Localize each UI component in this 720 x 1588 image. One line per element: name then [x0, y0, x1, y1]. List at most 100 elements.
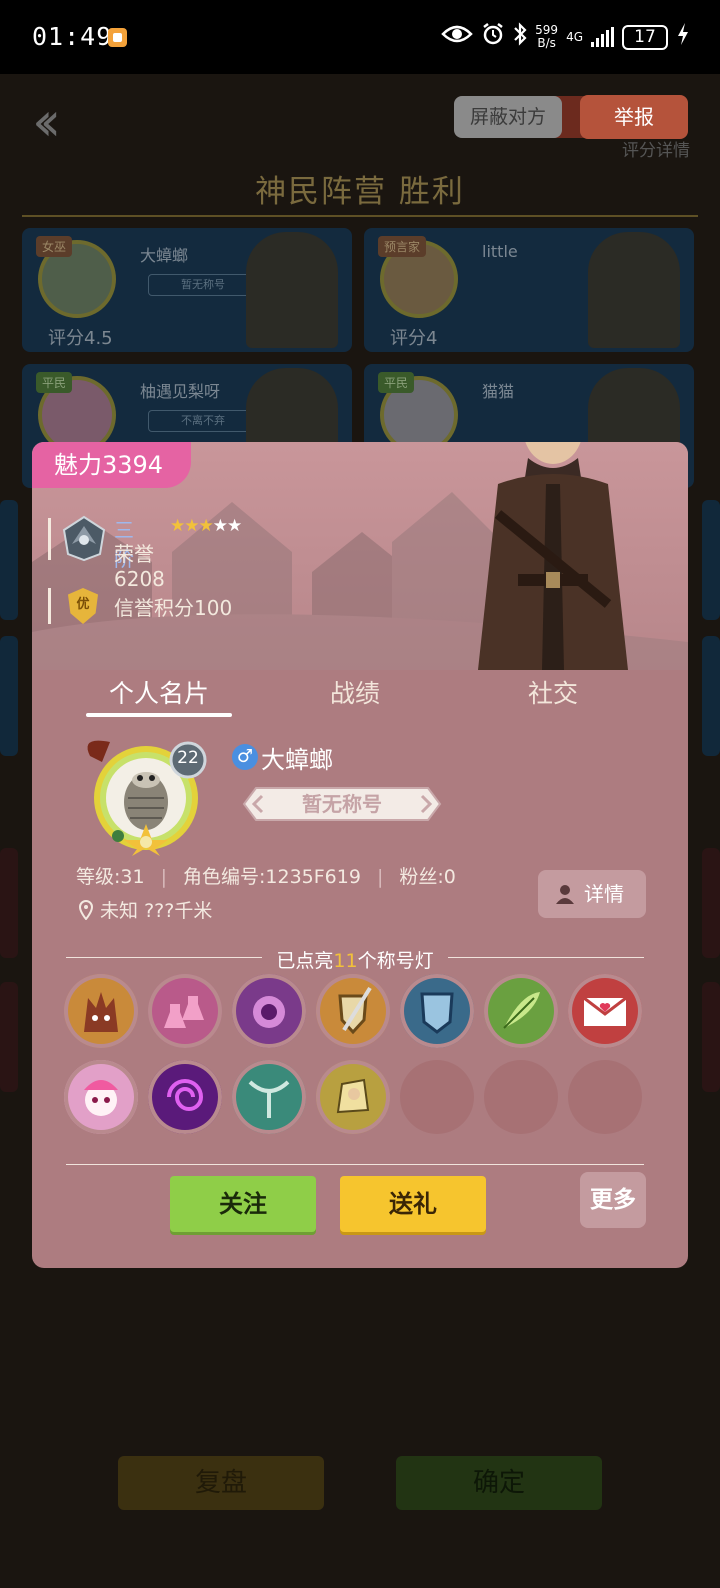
title-lamps-count: 已点亮11个称号灯: [66, 946, 644, 973]
player-card[interactable]: 女巫 大蟑螂 暂无称号 评分4.5: [22, 228, 352, 352]
star-icon: ★: [227, 516, 242, 536]
tab-profile-card[interactable]: 个人名片: [84, 674, 234, 710]
lamps-count: 11: [333, 950, 358, 972]
role-portrait: [246, 232, 338, 348]
rank-emblem-icon: [62, 515, 106, 562]
player-score: 评分4.5: [48, 328, 113, 349]
player-role: 平民: [36, 372, 73, 393]
divider: [66, 1164, 644, 1165]
player-card-edge: [702, 848, 720, 958]
shield-sword-badge-icon[interactable]: [316, 974, 390, 1048]
level-badge: 22: [177, 748, 199, 768]
love-letter-badge-icon[interactable]: [568, 974, 642, 1048]
herb-badge-icon[interactable]: [484, 974, 558, 1048]
score-detail-link[interactable]: 评分详情: [622, 136, 690, 161]
honor-score: 荣誉6208: [114, 538, 165, 591]
active-tab-indicator: [86, 713, 232, 717]
battery-icon: 17: [622, 24, 668, 50]
pink-girl-badge-icon[interactable]: [64, 1060, 138, 1134]
player-role: 预言家: [378, 236, 427, 257]
character-portrait: [478, 442, 628, 670]
crossbow-badge-icon[interactable]: [232, 1060, 306, 1134]
player-id: 角色编号:1235F619: [183, 866, 361, 888]
notification-app-icon: [108, 28, 127, 47]
status-time: 01:49: [32, 22, 113, 51]
guard-badge-icon[interactable]: [400, 974, 474, 1048]
signal-icon: [591, 27, 614, 47]
bluetooth-icon: [513, 22, 527, 52]
player-level: 等级:31: [76, 866, 145, 888]
replay-button[interactable]: 复盘: [118, 1456, 324, 1510]
battery-level: 17: [634, 26, 656, 47]
rank-stars: ★★★★★: [170, 516, 242, 536]
potion-badge-icon[interactable]: [148, 974, 222, 1048]
player-name: 柚遇见梨呀: [140, 382, 221, 401]
empty-badge-slot: [400, 1060, 474, 1134]
empty-badge-slot: [568, 1060, 642, 1134]
player-name: little: [482, 242, 518, 261]
net-speed: 599 B/s: [535, 23, 559, 50]
person-icon: [556, 885, 574, 904]
player-score: 评分4: [390, 328, 438, 349]
player-role: 平民: [378, 372, 415, 393]
werewolf-badge-icon[interactable]: [64, 974, 138, 1048]
player-location: 未知 ???千米: [78, 896, 212, 923]
player-card-edge: [0, 982, 18, 1092]
eye-icon: [441, 23, 473, 51]
location-pin-icon: [78, 899, 94, 921]
credit-score: 信誉积分100: [114, 596, 233, 620]
player-name: 猫猫: [482, 382, 515, 401]
network-type: 4G: [566, 29, 583, 44]
title-lamps-header: 已点亮11个称号灯: [66, 946, 644, 972]
follow-button[interactable]: 关注: [170, 1176, 316, 1232]
knight-badge-icon[interactable]: [316, 1060, 390, 1134]
player-name: 大蟑螂: [261, 746, 333, 774]
lamps-prefix: 已点亮: [276, 950, 334, 972]
lamps-suffix: 个称号灯: [357, 950, 434, 972]
role-portrait: [588, 232, 680, 348]
empty-badge-slot: [484, 1060, 558, 1134]
player-role: 女巫: [36, 236, 73, 257]
honor-label: 荣誉: [114, 542, 154, 566]
player-title-text: 暂无称号: [302, 792, 382, 816]
report-button[interactable]: 举报: [580, 95, 688, 139]
player-card-edge: [702, 500, 720, 620]
player-card-edge: [0, 636, 18, 756]
player-fans: 粉丝:0: [399, 866, 456, 888]
tab-social[interactable]: 社交: [478, 674, 628, 710]
player-card-edge: [0, 500, 18, 620]
player-title-plate: 暂无称号: [242, 786, 442, 822]
status-bar: 01:49 599 B/s 4G 17: [0, 0, 720, 74]
honor-value: 6208: [114, 567, 165, 591]
confirm-button[interactable]: 确定: [396, 1456, 602, 1510]
star-icon: ★: [184, 516, 199, 536]
tab-record[interactable]: 战绩: [280, 674, 430, 710]
status-icons: 599 B/s 4G 17: [441, 22, 690, 52]
witch-badge-icon[interactable]: [232, 974, 306, 1048]
divider: [22, 215, 698, 217]
player-name: 大蟑螂: [140, 246, 189, 265]
player-card[interactable]: 预言家 little 评分4: [364, 228, 694, 352]
player-card-edge: [0, 848, 18, 958]
more-button[interactable]: 更多: [580, 1172, 646, 1228]
male-icon: ♂: [232, 744, 258, 770]
vortex-badge-icon[interactable]: [148, 1060, 222, 1134]
star-icon: ★: [170, 516, 185, 536]
player-stats: 等级:31 | 角色编号:1235F619 | 粉丝:0: [76, 862, 456, 889]
divider: [48, 518, 51, 560]
charm-badge: 魅力3394: [32, 442, 192, 488]
separator: |: [160, 866, 167, 888]
detail-button[interactable]: 详情: [538, 870, 646, 918]
charm-label: 魅力: [54, 451, 102, 479]
block-user-button[interactable]: 屏蔽对方: [454, 96, 562, 138]
player-card-edge: [702, 982, 720, 1092]
separator: |: [376, 866, 384, 888]
charm-value: 3394: [102, 451, 164, 479]
back-chevron-icon[interactable]: ‹‹: [32, 90, 61, 153]
send-gift-button[interactable]: 送礼: [340, 1176, 486, 1232]
star-icon: ★: [198, 516, 214, 536]
detail-label: 详情: [584, 882, 624, 906]
player-title: 暂无称号: [148, 274, 258, 296]
player-profile-modal: 魅力3394 三阶 ★★★★★ 荣誉6208 优 信誉积分100 个人名片 战绩…: [32, 442, 688, 1268]
player-title: 不离不弃: [148, 410, 258, 432]
